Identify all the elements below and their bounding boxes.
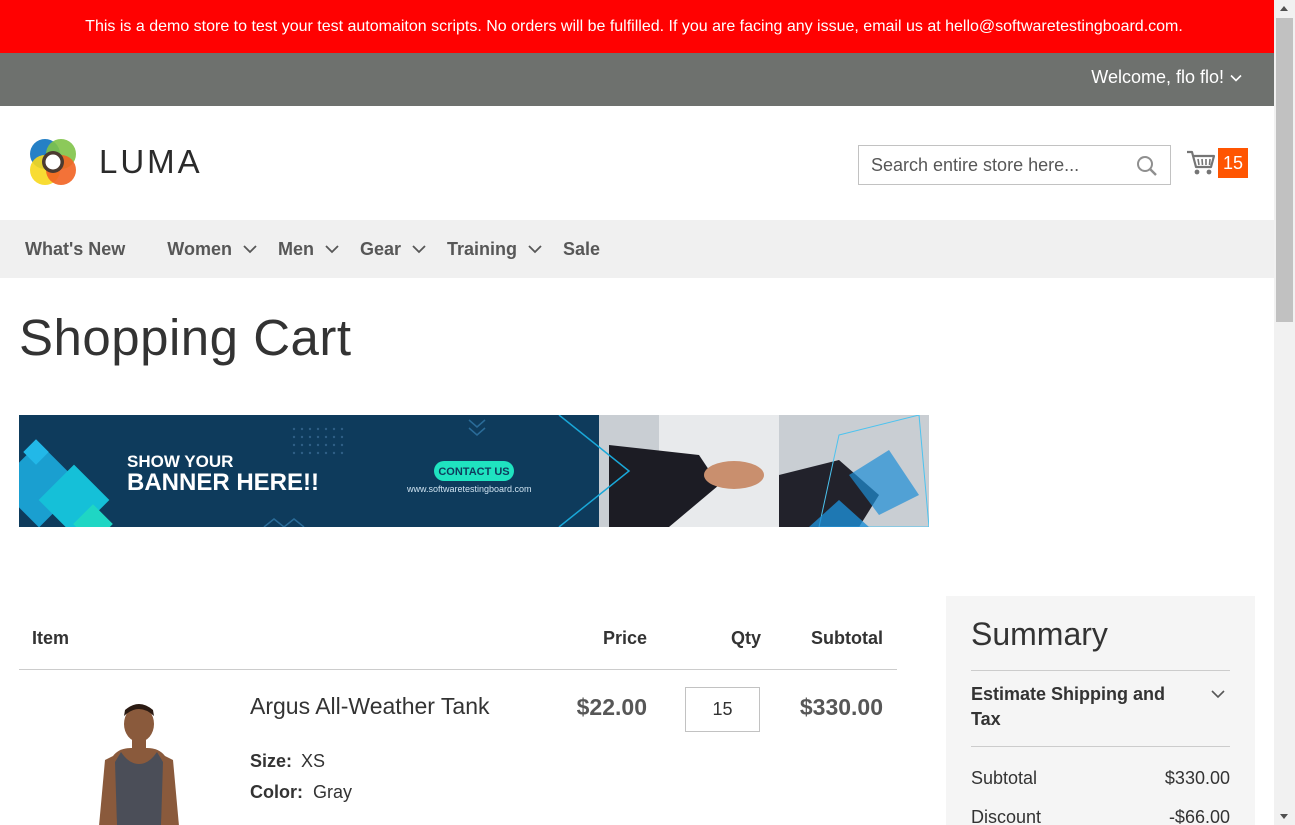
summary-title: Summary <box>971 616 1108 652</box>
welcome-menu[interactable]: Welcome, flo flo! <box>1091 67 1242 88</box>
scrollbar-thumb[interactable] <box>1276 18 1293 322</box>
estimate-shipping-label: Estimate Shipping and Tax <box>971 684 1166 729</box>
banner-headline-2: BANNER HERE!! <box>127 469 319 496</box>
chevron-down-icon <box>325 245 339 254</box>
item-price: $22.00 <box>576 694 647 720</box>
cart-count-badge: 15 <box>1218 148 1249 178</box>
nav-item-training[interactable]: Training <box>447 239 543 260</box>
top-bar: Welcome, flo flo! <box>0 53 1274 106</box>
option-label-size: Size: <box>250 751 293 771</box>
summary-row-label: Discount <box>971 807 1042 825</box>
chevron-down-icon <box>1230 74 1242 82</box>
demo-notice-text: This is a demo store to test your test a… <box>85 17 1183 35</box>
column-header-subtotal: Subtotal <box>811 628 883 648</box>
order-summary: Summary Estimate Shipping and Tax Subtot… <box>946 596 1255 825</box>
item-subtotal: $330.00 <box>799 694 883 720</box>
banner-url: www.softwaretestingboard.com <box>406 484 532 494</box>
nav-item-label: Training <box>447 238 518 259</box>
chevron-down-icon <box>243 245 257 254</box>
nav-item-label: Gear <box>359 238 401 259</box>
page-scrollbar[interactable] <box>1274 0 1295 825</box>
page-title: Shopping Cart <box>19 309 352 366</box>
summary-divider <box>971 670 1230 671</box>
demo-notice-bar: This is a demo store to test your test a… <box>0 0 1274 53</box>
nav-item-label: What's New <box>25 238 126 259</box>
nav-item-label: Sale <box>563 238 601 259</box>
scroll-down-arrow-icon[interactable] <box>1280 814 1288 819</box>
nav-item-whats-new[interactable]: What's New <box>25 239 125 260</box>
store-logo[interactable]: LUMA <box>25 134 203 190</box>
welcome-text: Welcome, flo flo! <box>1091 67 1224 87</box>
column-header-item: Item <box>32 628 70 648</box>
estimate-shipping-toggle[interactable]: Estimate Shipping and Tax <box>971 682 1230 732</box>
luma-logo-icon <box>30 139 76 185</box>
summary-row-value: -$66.00 <box>1168 807 1230 825</box>
product-name-link[interactable]: Argus All-Weather Tank <box>250 693 490 720</box>
logo-text: LUMA <box>99 143 203 180</box>
search-icon[interactable] <box>1136 155 1158 177</box>
table-divider <box>19 669 897 670</box>
option-value-color: Gray <box>313 782 353 802</box>
option-label-color: Color: <box>250 782 303 802</box>
shopping-cart-icon <box>1187 150 1216 175</box>
nav-item-label: Women <box>167 238 232 259</box>
nav-item-label: Men <box>277 238 314 259</box>
promo-banner[interactable]: SHOW YOUR BANNER HERE!! CONTACT US www.s… <box>19 415 929 527</box>
header: LUMA 15 <box>0 106 1274 220</box>
chevron-down-icon <box>1211 690 1225 699</box>
banner-graphic: SHOW YOUR BANNER HERE!! CONTACT US www.s… <box>19 415 929 527</box>
product-photo <box>79 696 199 825</box>
option-value-size: XS <box>301 751 326 771</box>
scroll-up-arrow-icon[interactable] <box>1280 6 1288 11</box>
qty-input[interactable] <box>685 687 760 732</box>
summary-row-subtotal: Subtotal $330.00 <box>971 768 1230 789</box>
chevron-down-icon <box>412 245 426 254</box>
summary-row-discount: Discount -$66.00 <box>971 807 1230 825</box>
search-box[interactable] <box>858 145 1171 185</box>
column-header-qty: Qty <box>730 628 761 648</box>
banner-contact-button[interactable]: CONTACT US <box>438 466 509 478</box>
product-image[interactable] <box>79 696 199 825</box>
column-header-price: Price <box>602 628 647 648</box>
nav-item-women[interactable]: Women <box>167 239 258 260</box>
minicart-button[interactable]: 15 <box>1186 148 1249 178</box>
main-navigation: What's New Women Men Gear Training Sale <box>0 220 1274 278</box>
summary-row-value: $330.00 <box>1164 768 1230 788</box>
chevron-down-icon <box>528 245 542 254</box>
summary-divider <box>971 746 1230 747</box>
nav-item-sale[interactable]: Sale <box>563 239 600 260</box>
summary-row-label: Subtotal <box>971 768 1038 788</box>
search-input[interactable] <box>871 154 1129 176</box>
nav-item-gear[interactable]: Gear <box>360 239 427 260</box>
nav-item-men[interactable]: Men <box>278 239 340 260</box>
